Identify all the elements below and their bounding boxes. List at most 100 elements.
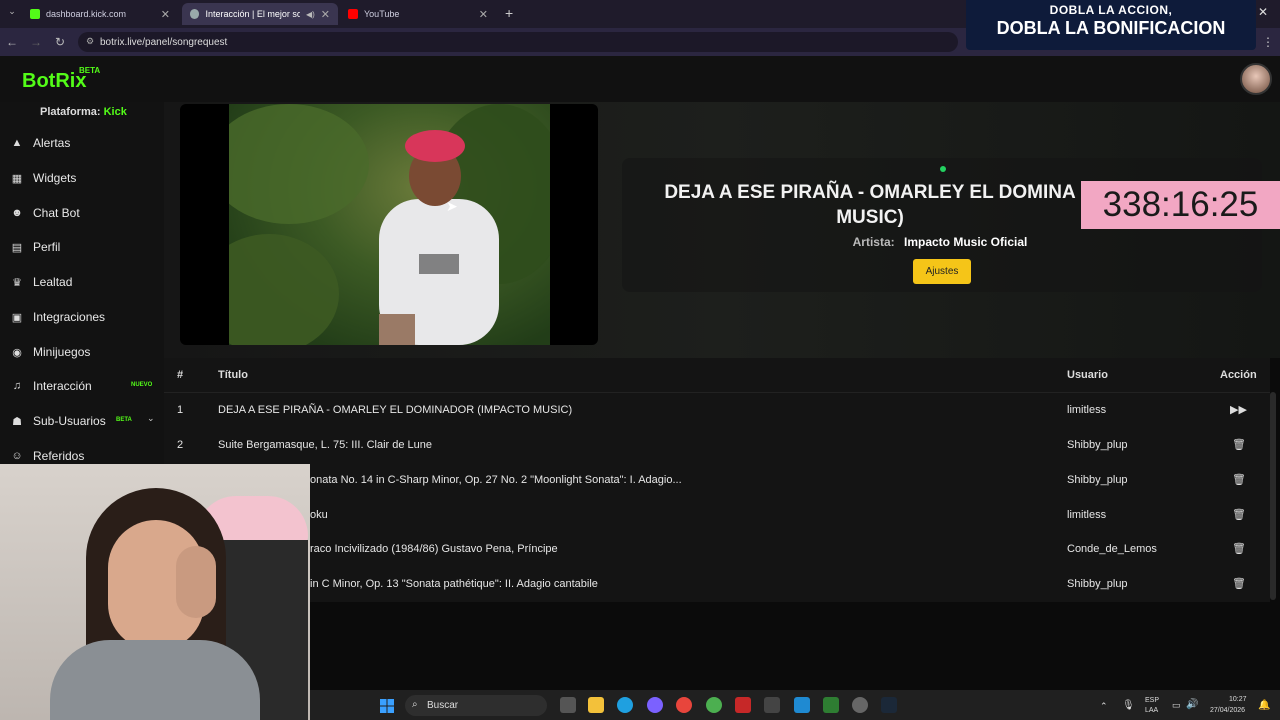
edge-icon[interactable] (617, 697, 633, 713)
row-user: limitless (1067, 404, 1107, 416)
sidebar-item-minijuegos[interactable]: ◉ Minijuegos (0, 337, 164, 367)
chrome-icon[interactable] (676, 697, 692, 713)
speaker-icon[interactable]: ◀) (306, 10, 315, 19)
row-title: Suite Bergamasque, L. 75: III. Clair de … (218, 439, 433, 451)
chevron-up-icon[interactable]: ⌃ (1100, 701, 1108, 712)
clock-time[interactable]: 10:27 (1229, 696, 1247, 703)
botrix-logo[interactable]: BotRix (22, 70, 86, 93)
window-close-icon[interactable]: ✕ (1258, 5, 1268, 19)
vscode-icon[interactable] (794, 697, 810, 713)
sidebar-item-integraciones[interactable]: ▣ Integraciones (0, 302, 164, 332)
sidebar-item-label: Lealtad (33, 275, 73, 289)
warning-icon: ▲ (11, 137, 23, 149)
trash-icon[interactable]: 🗑 (1232, 542, 1246, 555)
sidebar-item-perfil[interactable]: ▤ Perfil (0, 232, 164, 262)
trash-icon[interactable]: 🗑 (1232, 438, 1246, 451)
video-player[interactable]: ➤ (180, 104, 598, 345)
tab-label: YouTube (364, 9, 400, 19)
windows-start-icon[interactable] (380, 699, 394, 713)
logo-beta-badge: BETA (79, 66, 101, 75)
row-user: Conde_de_Lemos (1067, 543, 1157, 555)
row-title: in C Minor, Op. 13 "Sonata pathétique": … (310, 578, 598, 590)
skip-icon[interactable]: ▶▶ (1230, 403, 1247, 416)
sidebar-item-label: Integraciones (33, 310, 106, 324)
url-field[interactable]: ⚙ botrix.live/panel/songrequest (78, 32, 958, 52)
sidebar-item-alertas[interactable]: ▲ Alertas (0, 128, 164, 158)
search-placeholder: Buscar (427, 700, 459, 711)
language-indicator[interactable]: ESP (1145, 697, 1159, 704)
column-header-action: Acción (1220, 369, 1257, 381)
users-icon: ☗ (12, 415, 22, 428)
volume-icon[interactable]: 🔊 (1186, 699, 1198, 710)
settings-button[interactable]: Ajustes (913, 259, 971, 284)
network-icon[interactable]: ▭ (1172, 700, 1181, 711)
tab-kick-dashboard[interactable]: dashboard.kick.com ✕ (22, 3, 178, 25)
editor-icon[interactable] (764, 697, 780, 713)
sidebar-item-label: Perfil (33, 240, 61, 254)
discord-icon[interactable] (647, 697, 663, 713)
youtube-favicon-icon (348, 9, 358, 19)
tab-menu-icon[interactable]: ⌄ (0, 6, 24, 17)
column-header-num: # (177, 369, 184, 381)
mouse-cursor-icon: ➤ (446, 198, 458, 214)
notifications-icon[interactable]: 🔔 (1258, 700, 1270, 711)
search-icon: ⌕ (412, 699, 418, 710)
row-num: 1 (177, 404, 184, 416)
sidebar-item-label: Sub-Usuarios (33, 414, 106, 428)
platform-label: Plataforma: (40, 106, 101, 118)
close-icon[interactable]: ✕ (479, 8, 488, 21)
file-explorer-icon[interactable] (588, 697, 604, 713)
taskbar-search[interactable]: ⌕ Buscar (405, 695, 547, 716)
url-text: botrix.live/panel/songrequest (100, 36, 228, 48)
row-user: Shibby_plup (1067, 474, 1128, 486)
chevron-down-icon[interactable]: ⌄ (147, 413, 155, 424)
reload-icon[interactable]: ↻ (48, 35, 72, 49)
site-info-icon[interactable]: ⚙ (86, 36, 94, 47)
sidebar-item-lealtad[interactable]: ♛ Lealtad (0, 267, 164, 297)
webcam-hand (176, 546, 216, 618)
column-header-user: Usuario (1067, 369, 1108, 381)
trash-icon[interactable]: 🗑 (1232, 577, 1246, 590)
close-icon[interactable]: ✕ (161, 8, 170, 21)
artist-row: Artista: Impacto Music Oficial (640, 235, 1240, 249)
video-frame-image (199, 104, 569, 345)
grid-icon: ▦ (11, 172, 23, 185)
sidebar-item-label: Interacción (33, 379, 92, 393)
trash-icon[interactable]: 🗑 (1232, 473, 1246, 486)
song-title: DEJA A ESE PIRAÑA - OMARLEY EL DOMINA MU… (664, 182, 1076, 228)
sidebar-item-chat-bot[interactable]: ☻ Chat Bot (0, 198, 164, 228)
back-icon[interactable]: ← (0, 35, 24, 49)
tab-youtube[interactable]: YouTube ✕ (340, 3, 496, 25)
browser-menu-icon[interactable]: ⋮ (1262, 35, 1274, 49)
steam-icon[interactable] (881, 697, 897, 713)
row-num: 2 (177, 439, 184, 451)
tab-label: dashboard.kick.com (46, 9, 127, 19)
platform-value: Kick (103, 106, 127, 118)
sidebar-item-widgets[interactable]: ▦ Widgets (0, 163, 164, 193)
header-divider (164, 392, 1270, 393)
promo-line-1: DOBLA LA ACCION, (1049, 3, 1173, 17)
chrome-profile-icon[interactable] (706, 697, 722, 713)
sidebar-item-label: Chat Bot (33, 206, 80, 220)
new-badge: NUEVO (131, 382, 153, 388)
trophy-icon: ♛ (12, 276, 22, 289)
close-icon[interactable]: ✕ (321, 8, 330, 21)
microphone-icon[interactable]: 🎙 (1122, 700, 1135, 711)
tab-interaccion[interactable]: Interacción | El mejor softw ◀) ✕ (182, 3, 338, 25)
table-scrollbar[interactable] (1270, 392, 1276, 600)
app-icon[interactable] (735, 697, 751, 713)
task-view-icon[interactable] (560, 697, 576, 713)
music-icon: ♫ (12, 380, 22, 392)
sidebar-item-sub-usuarios[interactable]: ☗ Sub-Usuarios ⌄ (0, 406, 164, 436)
vscode-insiders-icon[interactable] (823, 697, 839, 713)
column-header-title: Título (218, 369, 248, 381)
trash-icon[interactable]: 🗑 (1232, 508, 1246, 521)
row-title: DEJA A ESE PIRAÑA - OMARLEY EL DOMINADOR… (218, 404, 573, 416)
forward-icon[interactable]: → (24, 35, 48, 49)
new-tab-icon[interactable]: + (505, 5, 513, 21)
sidebar-item-label: Referidos (33, 449, 85, 463)
row-title: raco Incivilizado (1984/86) Gustavo Pena… (310, 543, 558, 555)
keyboard-layout: LAA (1145, 707, 1159, 714)
obs-icon[interactable] (852, 697, 868, 713)
user-avatar[interactable] (1240, 63, 1272, 95)
